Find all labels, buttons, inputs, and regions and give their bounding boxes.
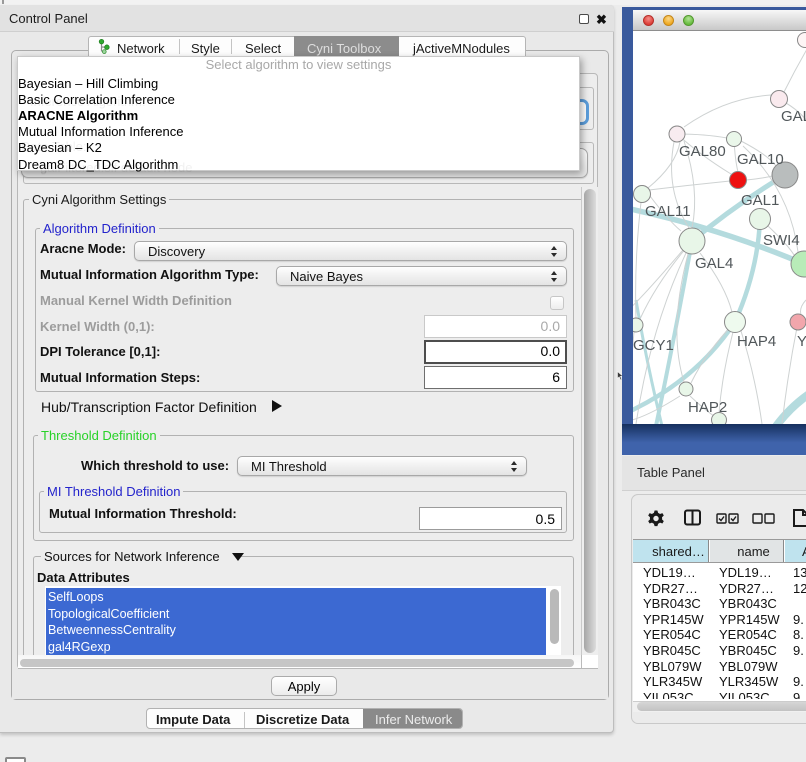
svg-text:HAP4: HAP4 [737,333,776,350]
svg-text:GAL1: GAL1 [741,192,779,209]
svg-text:GCY1: GCY1 [633,337,674,354]
svg-text:GAL: GAL [781,108,806,125]
svg-text:GAL11: GAL11 [645,203,691,220]
svg-text:SWI4: SWI4 [763,232,800,249]
svg-text:Y: Y [797,333,806,350]
svg-text:GAL4: GAL4 [695,255,733,272]
svg-text:GAL10: GAL10 [737,151,784,168]
svg-text:HAP2: HAP2 [688,399,727,416]
svg-text:GAL80: GAL80 [679,143,726,160]
